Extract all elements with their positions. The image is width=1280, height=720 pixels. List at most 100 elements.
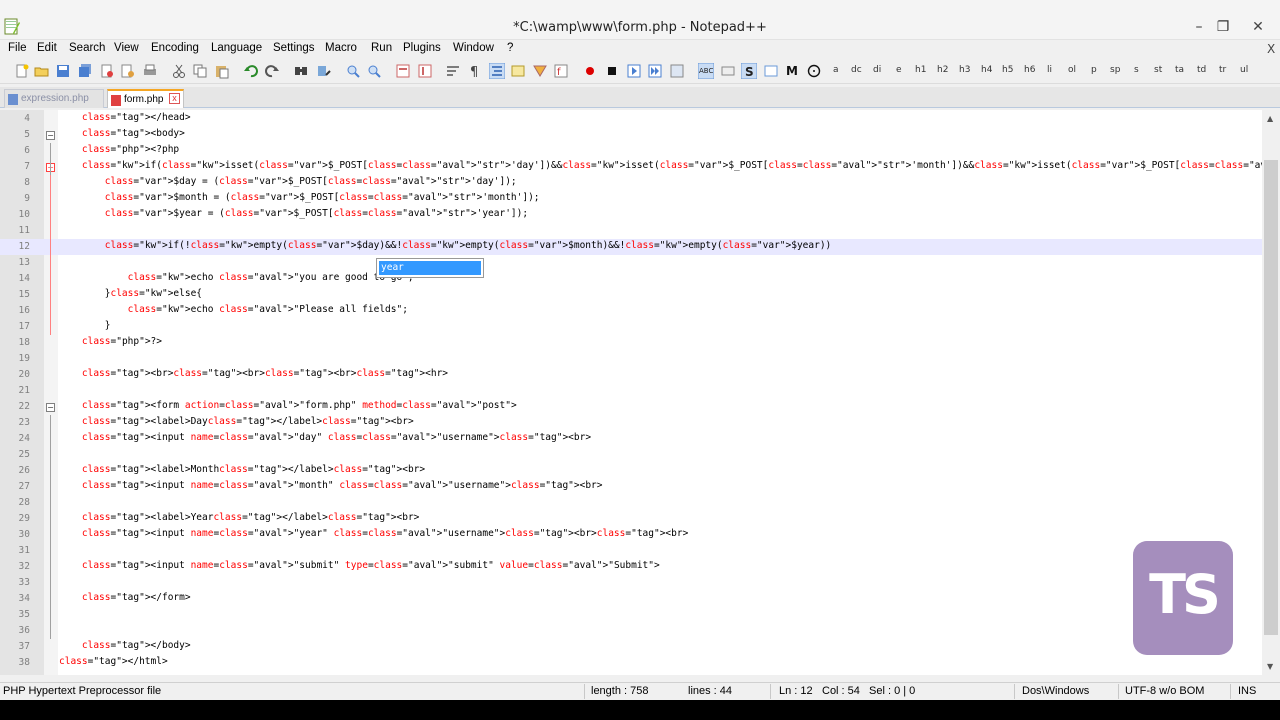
- tab-expression-php[interactable]: expression.php: [4, 89, 104, 108]
- print-icon[interactable]: [142, 63, 158, 79]
- snippets-s-icon[interactable]: S: [741, 63, 757, 79]
- code-text[interactable]: class="tag"><input name=class="aval">"su…: [59, 560, 660, 571]
- tag-tr-button[interactable]: tr: [1219, 65, 1226, 75]
- code-line[interactable]: 29 class="tag"><label>Yearclass="tag"></…: [0, 511, 1262, 527]
- code-text[interactable]: class="kw">if(!class="kw">empty(class="v…: [59, 240, 832, 251]
- tab-form-php[interactable]: form.php x: [107, 89, 184, 108]
- code-line[interactable]: 21: [0, 383, 1262, 399]
- code-line[interactable]: 37 class="tag"></body>: [0, 639, 1262, 655]
- code-text[interactable]: class="tag"></body>: [59, 640, 191, 651]
- circle-tag-icon[interactable]: [806, 63, 822, 79]
- code-text[interactable]: class="tag"><label>Dayclass="tag"></labe…: [59, 416, 414, 427]
- menu-encoding[interactable]: Encoding: [151, 42, 199, 54]
- tag-a-button[interactable]: a: [833, 65, 839, 75]
- code-text[interactable]: class="var">$year = (class="var">$_POST[…: [59, 208, 528, 219]
- code-text[interactable]: class="php"><?php: [59, 144, 179, 155]
- code-text[interactable]: class="tag"><label>Monthclass="tag"></la…: [59, 464, 425, 475]
- code-text[interactable]: }: [59, 320, 111, 331]
- autocomplete-popup[interactable]: year: [376, 258, 484, 278]
- code-text[interactable]: class="var">$month = (class="var">$_POST…: [59, 192, 540, 203]
- fold-toggle-icon[interactable]: −: [46, 403, 55, 412]
- replace-icon[interactable]: [316, 63, 332, 79]
- menu-help[interactable]: ?: [507, 42, 513, 54]
- code-line[interactable]: 20 class="tag"><br>class="tag"><br>class…: [0, 367, 1262, 383]
- tab-close-icon[interactable]: x: [169, 93, 180, 104]
- cut-icon[interactable]: [171, 63, 187, 79]
- code-line[interactable]: 6 class="php"><?php: [0, 143, 1262, 159]
- code-line[interactable]: 30 class="tag"><input name=class="aval">…: [0, 527, 1262, 543]
- sync-vertical-icon[interactable]: [395, 63, 411, 79]
- menu-edit[interactable]: Edit: [37, 42, 57, 54]
- code-line[interactable]: 17 }: [0, 319, 1262, 335]
- code-text[interactable]: class="tag"><input name=class="aval">"da…: [59, 432, 591, 443]
- code-line[interactable]: 4 class="tag"></head>: [0, 111, 1262, 127]
- close-all-icon[interactable]: [120, 63, 136, 79]
- code-line[interactable]: 11: [0, 223, 1262, 239]
- code-line[interactable]: 35: [0, 607, 1262, 623]
- tag-li-button[interactable]: li: [1047, 65, 1052, 75]
- autocomplete-item[interactable]: year: [379, 261, 481, 275]
- function-list-icon[interactable]: f: [553, 63, 569, 79]
- code-line[interactable]: 12 class="kw">if(!class="kw">empty(class…: [0, 239, 1262, 255]
- sync-horizontal-icon[interactable]: [417, 63, 433, 79]
- find-icon[interactable]: [293, 63, 309, 79]
- scroll-up-icon[interactable]: ▲: [1267, 114, 1273, 123]
- code-line[interactable]: 22 class="tag"><form action=class="aval"…: [0, 399, 1262, 415]
- zoom-in-icon[interactable]: [345, 63, 361, 79]
- code-line[interactable]: 24 class="tag"><input name=class="aval">…: [0, 431, 1262, 447]
- menu-file[interactable]: File: [8, 42, 27, 54]
- snippet-insert-icon[interactable]: [763, 63, 779, 79]
- tag-h2-button[interactable]: h2: [937, 65, 948, 75]
- code-line[interactable]: 9 class="var">$month = (class="var">$_PO…: [0, 191, 1262, 207]
- code-line[interactable]: 34 class="tag"></form>: [0, 591, 1262, 607]
- menu-plugins[interactable]: Plugins: [403, 42, 441, 54]
- tag-e-button[interactable]: e: [896, 65, 902, 75]
- code-line[interactable]: 14 class="kw">echo class="aval">"you are…: [0, 271, 1262, 287]
- tag-h1-button[interactable]: h1: [915, 65, 926, 75]
- code-text[interactable]: class="var">$day = (class="var">$_POST[c…: [59, 176, 517, 187]
- code-text[interactable]: class="tag"><input name=class="aval">"ye…: [59, 528, 688, 539]
- code-text[interactable]: class="tag"></html>: [59, 656, 168, 667]
- zoom-out-icon[interactable]: [366, 63, 382, 79]
- stop-macro-icon[interactable]: [604, 63, 620, 79]
- code-line[interactable]: 8 class="var">$day = (class="var">$_POST…: [0, 175, 1262, 191]
- menu-macro[interactable]: Macro: [325, 42, 357, 54]
- status-eol[interactable]: Dos\Windows: [1022, 685, 1089, 697]
- tag-di-button[interactable]: di: [873, 65, 881, 75]
- fold-toggle-icon[interactable]: −: [46, 131, 55, 140]
- code-line[interactable]: 36: [0, 623, 1262, 639]
- code-line[interactable]: 13: [0, 255, 1262, 271]
- code-text[interactable]: class="tag"></head>: [59, 112, 191, 123]
- scroll-down-icon[interactable]: ▼: [1267, 662, 1273, 671]
- tag-ol-button[interactable]: ol: [1068, 65, 1076, 75]
- code-line[interactable]: 18 class="php">?>: [0, 335, 1262, 351]
- code-text[interactable]: }class="kw">else{: [59, 288, 202, 299]
- code-line[interactable]: 16 class="kw">echo class="aval">"Please …: [0, 303, 1262, 319]
- indent-guide-icon[interactable]: [489, 63, 505, 79]
- tag-h6-button[interactable]: h6: [1024, 65, 1035, 75]
- tag-sp-button[interactable]: sp: [1110, 65, 1120, 75]
- code-text[interactable]: class="tag"><body>: [59, 128, 185, 139]
- scroll-thumb[interactable]: [1264, 160, 1278, 635]
- tag-td-button[interactable]: td: [1197, 65, 1206, 75]
- code-text[interactable]: class="tag"><input name=class="aval">"mo…: [59, 480, 603, 491]
- menu-language[interactable]: Language: [211, 42, 262, 54]
- code-line[interactable]: 26 class="tag"><label>Monthclass="tag"><…: [0, 463, 1262, 479]
- tag-ul-button[interactable]: ul: [1240, 65, 1248, 75]
- menu-window[interactable]: Window: [453, 42, 494, 54]
- code-text[interactable]: class="php">?>: [59, 336, 162, 347]
- close-button[interactable]: ✕: [1243, 17, 1273, 37]
- show-all-characters-icon[interactable]: ¶: [467, 63, 483, 79]
- menu-settings[interactable]: Settings: [273, 42, 315, 54]
- tag-dc-button[interactable]: dc: [851, 65, 862, 75]
- save-macro-icon[interactable]: [669, 63, 685, 79]
- new-file-icon[interactable]: [14, 63, 30, 79]
- tag-ta-button[interactable]: ta: [1175, 65, 1184, 75]
- tag-p-button[interactable]: p: [1091, 65, 1097, 75]
- save-icon[interactable]: [55, 63, 71, 79]
- tag-h5-button[interactable]: h5: [1002, 65, 1013, 75]
- spell-options-icon[interactable]: [720, 63, 736, 79]
- tag-s-button[interactable]: s: [1134, 65, 1139, 75]
- tag-st-button[interactable]: st: [1154, 65, 1162, 75]
- code-text[interactable]: class="tag"><label>Yearclass="tag"></lab…: [59, 512, 420, 523]
